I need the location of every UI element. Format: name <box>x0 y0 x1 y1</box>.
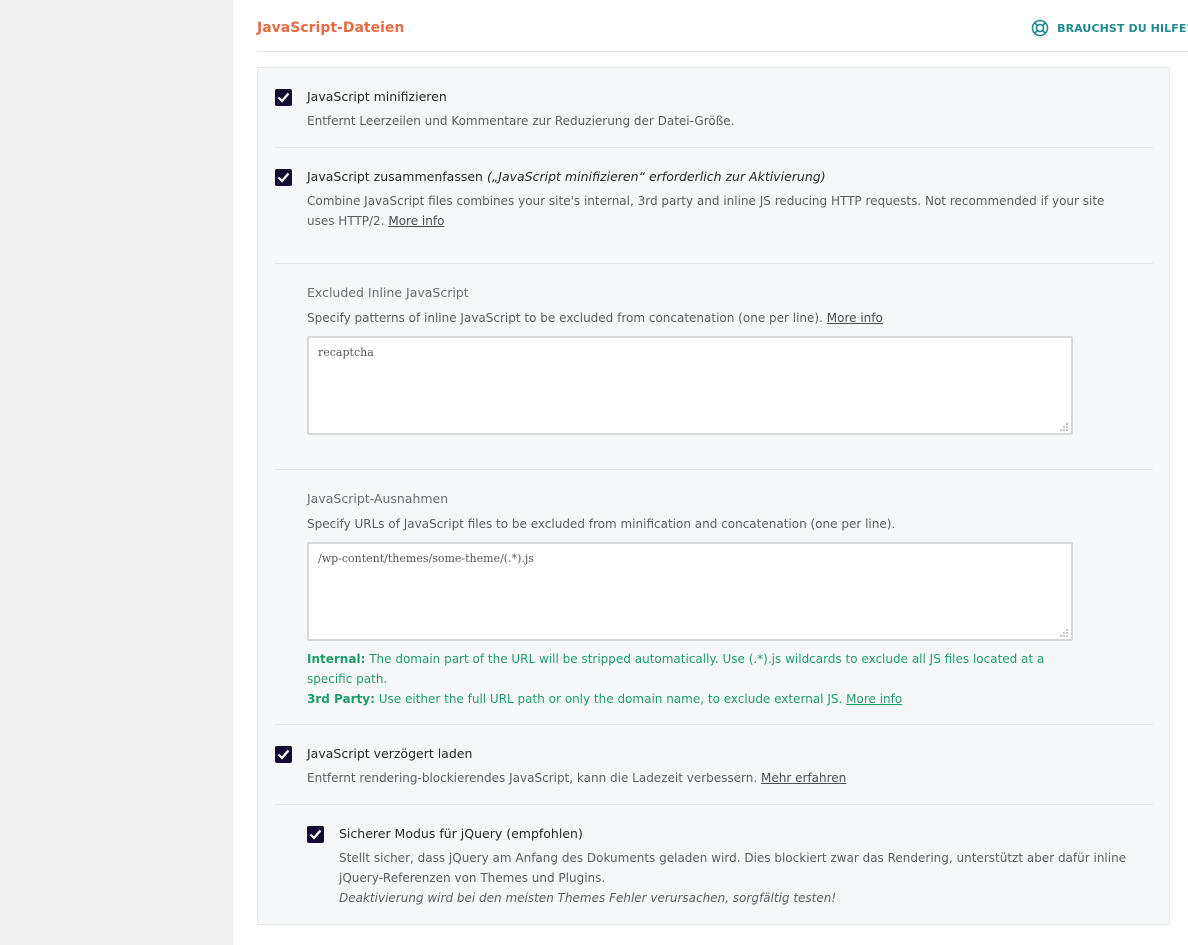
safe-mode-description-text: Stellt sicher, dass jQuery am Anfang des… <box>339 851 1127 885</box>
exclusions-third-party-note: 3rd Party: Use either the full URL path … <box>307 689 1077 709</box>
third-party-text: Use either the full URL path or only the… <box>378 692 843 706</box>
help-label: BRAUCHST DU HILFE? <box>1057 21 1188 35</box>
divider <box>275 147 1153 148</box>
divider <box>275 263 1153 264</box>
safe-mode-label: Sicherer Modus für jQuery (empfohlen) <box>339 826 583 841</box>
options-panel: JavaScript minifizieren Entfernt Leerzei… <box>257 67 1170 925</box>
combine-description: Combine JavaScript files combines your s… <box>307 191 1127 231</box>
help-link[interactable]: BRAUCHST DU HILFE? <box>1031 19 1188 37</box>
minify-label: JavaScript minifizieren <box>307 89 447 104</box>
minify-checkbox[interactable] <box>275 89 292 106</box>
section-header: JavaScript-Dateien BRAUCHST DU HILFE? <box>257 0 1188 52</box>
internal-label: Internal: <box>307 652 366 666</box>
combine-label-text: JavaScript zusammenfassen <box>307 169 483 184</box>
resize-grip-icon[interactable] <box>1059 422 1069 432</box>
divider <box>275 469 1153 470</box>
excluded-inline-title: Excluded Inline JavaScript <box>307 285 469 300</box>
safe-mode-description: Stellt sicher, dass jQuery am Anfang des… <box>339 848 1149 908</box>
defer-description: Entfernt rendering-blockierendes JavaScr… <box>307 768 846 788</box>
checkmark-icon <box>277 749 290 760</box>
excluded-inline-textarea[interactable]: recaptcha <box>307 336 1073 435</box>
defer-more-info-link[interactable]: Mehr erfahren <box>761 771 846 785</box>
safe-mode-warning: Deaktivierung wird bei den meisten Theme… <box>339 891 837 905</box>
combine-label-note: („JavaScript minifizieren“ erforderlich … <box>486 169 826 184</box>
checkmark-icon <box>309 829 322 840</box>
exclusions-textarea[interactable]: /wp-content/themes/some-theme/(.*).js <box>307 542 1073 641</box>
internal-text: The domain part of the URL will be strip… <box>307 652 1045 686</box>
exclusions-description: Specify URLs of JavaScript files to be e… <box>307 517 896 531</box>
settings-main: JavaScript-Dateien BRAUCHST DU HILFE? Ja… <box>233 0 1188 945</box>
divider <box>275 724 1153 725</box>
excluded-inline-description-text: Specify patterns of inline JavaScript to… <box>307 311 823 325</box>
checkmark-icon <box>277 172 290 183</box>
defer-description-text: Entfernt rendering-blockierendes JavaScr… <box>307 771 758 785</box>
checkmark-icon <box>277 92 290 103</box>
minify-description: Entfernt Leerzeilen und Kommentare zur R… <box>307 114 735 128</box>
defer-checkbox[interactable] <box>275 746 292 763</box>
exclusions-internal-note: Internal: The domain part of the URL wil… <box>307 649 1077 689</box>
exclusions-more-info-link[interactable]: More info <box>846 692 902 706</box>
combine-label: JavaScript zusammenfassen („JavaScript m… <box>307 169 826 184</box>
exclusions-title: JavaScript-Ausnahmen <box>307 491 449 506</box>
third-party-label: 3rd Party: <box>307 692 375 706</box>
safe-mode-checkbox[interactable] <box>307 826 324 843</box>
section-title: JavaScript-Dateien <box>257 20 405 36</box>
excluded-inline-description: Specify patterns of inline JavaScript to… <box>307 308 883 328</box>
excluded-inline-more-info-link[interactable]: More info <box>827 311 883 325</box>
combine-checkbox[interactable] <box>275 169 292 186</box>
lifebuoy-icon <box>1031 19 1049 37</box>
combine-more-info-link[interactable]: More info <box>388 214 444 228</box>
resize-grip-icon[interactable] <box>1059 628 1069 638</box>
defer-label: JavaScript verzögert laden <box>307 746 473 761</box>
divider <box>275 804 1153 805</box>
admin-sidebar-area <box>0 0 233 945</box>
